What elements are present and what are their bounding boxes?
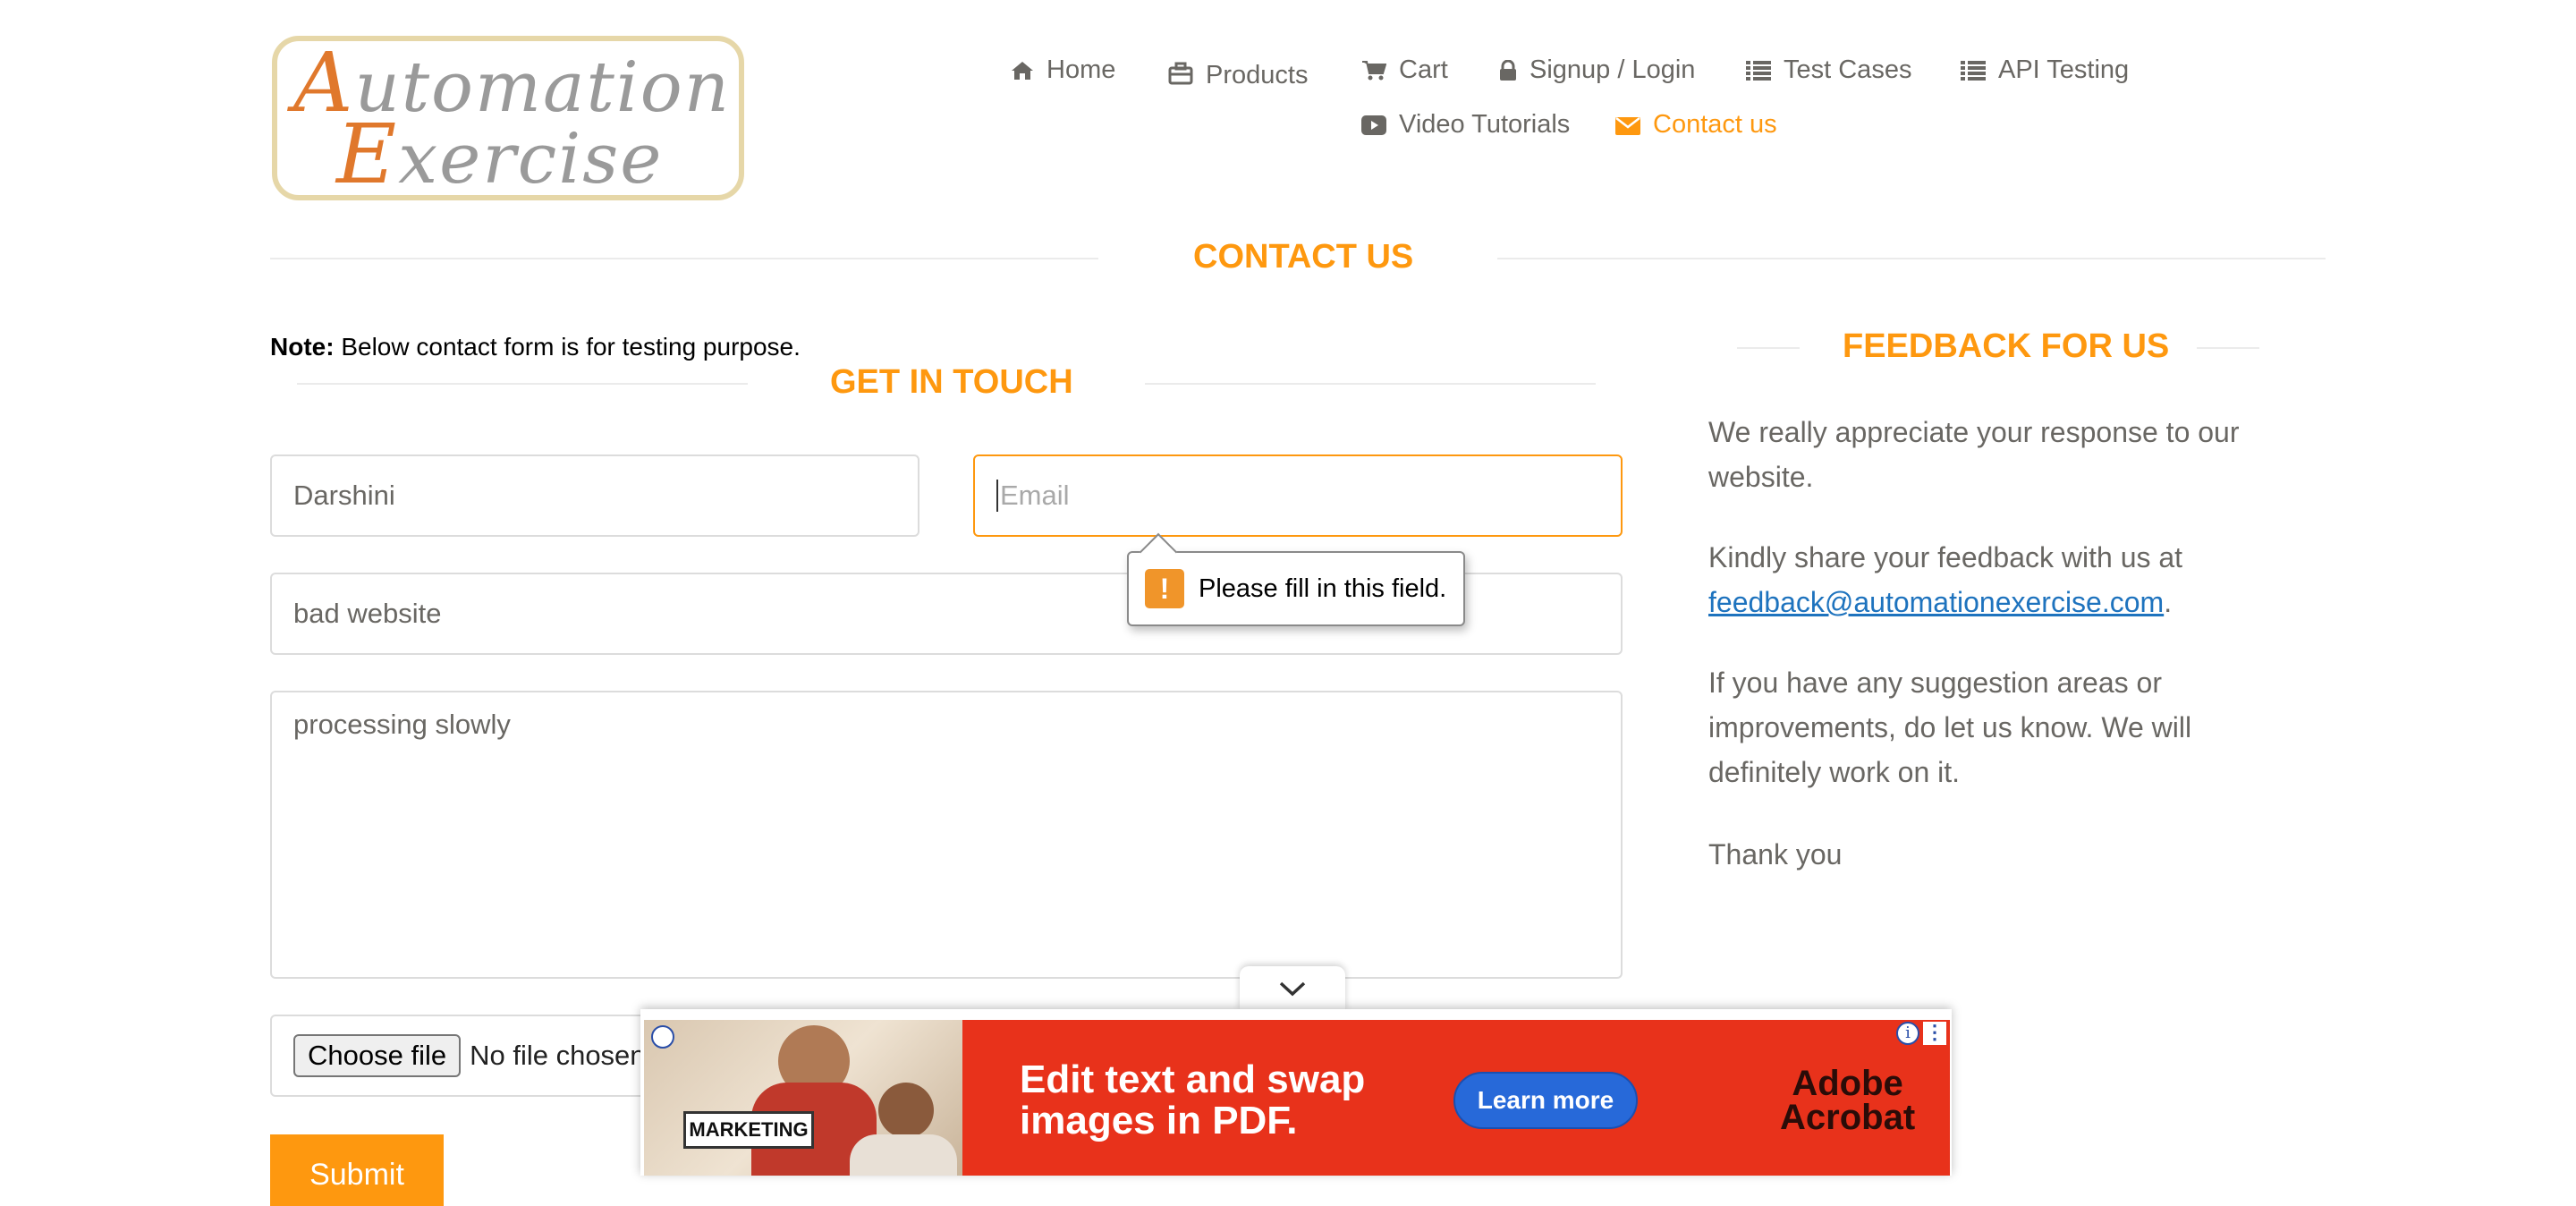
no-file-text: No file chosen — [470, 1040, 646, 1071]
ad-person-2 — [878, 1083, 934, 1138]
message-textarea[interactable]: processing slowly — [270, 691, 1623, 979]
nav-cart[interactable]: Cart — [1361, 55, 1448, 85]
nav-home-label: Home — [1046, 55, 1116, 84]
get-in-touch-heading: GET IN TOUCH — [830, 363, 1073, 401]
envelope-icon — [1615, 116, 1640, 135]
nav-signup-label: Signup / Login — [1530, 55, 1696, 84]
ad-menu-icon[interactable]: ⋮ — [1923, 1022, 1946, 1045]
email-input[interactable]: Email — [973, 454, 1623, 537]
name-value: Darshini — [293, 480, 395, 511]
nav-home[interactable]: Home — [1011, 55, 1115, 85]
nav-api-testing[interactable]: API Testing — [1961, 55, 2129, 85]
tooltip-arrow — [1139, 532, 1178, 572]
message-value: processing slowly — [293, 709, 511, 740]
choose-file-button[interactable]: Choose file — [293, 1034, 462, 1077]
briefcase-icon — [1168, 62, 1193, 84]
validation-tooltip: ! Please fill in this field. — [1127, 532, 1465, 626]
nav-products[interactable]: Products — [1168, 55, 1308, 90]
nav-test-cases[interactable]: Test Cases — [1746, 55, 1911, 85]
site-logo[interactable]: Automation Exercise — [272, 36, 744, 200]
ad-choices-icon[interactable] — [651, 1025, 674, 1049]
ad-headline: Edit text and swap images in PDF. — [1020, 1057, 1366, 1142]
feedback-email-link[interactable]: feedback@automationexercise.com — [1708, 586, 2164, 618]
feedback-share-text: Kindly share your feedback with us at — [1708, 541, 2183, 573]
nav-video-label: Video Tutorials — [1399, 110, 1571, 139]
cart-icon — [1362, 60, 1386, 80]
nav-api-testing-label: API Testing — [1998, 55, 2130, 84]
lock-icon — [1500, 59, 1516, 81]
email-placeholder: Email — [1000, 480, 1070, 511]
ad-learn-more-button[interactable]: Learn more — [1453, 1072, 1638, 1129]
note-label: Note: — [270, 333, 335, 361]
submit-button[interactable]: Submit — [270, 1134, 444, 1206]
ad-photo: MARKETING — [644, 1020, 962, 1176]
note-text: Below contact form is for testing purpos… — [334, 333, 801, 361]
text-caret — [996, 480, 998, 512]
feedback-rule-left — [1737, 347, 1800, 349]
nav-products-label: Products — [1206, 61, 1309, 89]
ad-person-2-shirt — [850, 1134, 957, 1176]
nav-signup-login[interactable]: Signup / Login — [1499, 55, 1695, 85]
feedback-paragraph-3: If you have any suggestion areas or impr… — [1708, 667, 2192, 788]
feedback-period: . — [2164, 586, 2173, 618]
subject-value: bad website — [293, 598, 442, 629]
name-input[interactable]: Darshini — [270, 454, 919, 537]
touch-rule-left — [297, 383, 748, 385]
ad-brand-logo: Adobe Acrobat — [1780, 1064, 1916, 1137]
title-rule-right — [1497, 258, 2326, 259]
form-note: Note: Below contact form is for testing … — [270, 333, 801, 361]
feedback-heading: FEEDBACK FOR US — [1843, 327, 2170, 365]
ad-info-icon[interactable]: i — [1896, 1022, 1919, 1045]
nav-contact-label: Contact us — [1653, 110, 1777, 139]
feedback-paragraph-2: Kindly share your feedback with us at fe… — [1708, 535, 2281, 624]
validation-message: Please fill in this field. — [1199, 573, 1447, 603]
title-rule-left — [270, 258, 1098, 259]
feedback-paragraph-1: We really appreciate your response to ou… — [1708, 416, 2240, 493]
home-icon — [1012, 61, 1033, 80]
svg-text:Exercise: Exercise — [335, 106, 663, 195]
list-icon — [1961, 60, 1986, 81]
ad-marketing-tag: MARKETING — [683, 1111, 814, 1149]
nav-cart-label: Cart — [1399, 55, 1448, 84]
nav-contact-us[interactable]: Contact us — [1615, 110, 1777, 140]
page-title: CONTACT US — [1193, 238, 1414, 276]
feedback-rule-right — [2197, 347, 2259, 349]
nav-video-tutorials[interactable]: Video Tutorials — [1361, 110, 1570, 140]
feedback-paragraph-4: Thank you — [1708, 838, 1843, 871]
logo-text-1: utomation — [354, 47, 731, 128]
touch-rule-right — [1145, 383, 1596, 385]
youtube-icon — [1361, 115, 1386, 135]
nav-test-cases-label: Test Cases — [1784, 55, 1912, 84]
list-icon — [1746, 60, 1771, 81]
chevron-down-icon — [1279, 981, 1306, 997]
ad-collapse-toggle[interactable] — [1240, 966, 1345, 1011]
warning-icon: ! — [1145, 569, 1184, 608]
